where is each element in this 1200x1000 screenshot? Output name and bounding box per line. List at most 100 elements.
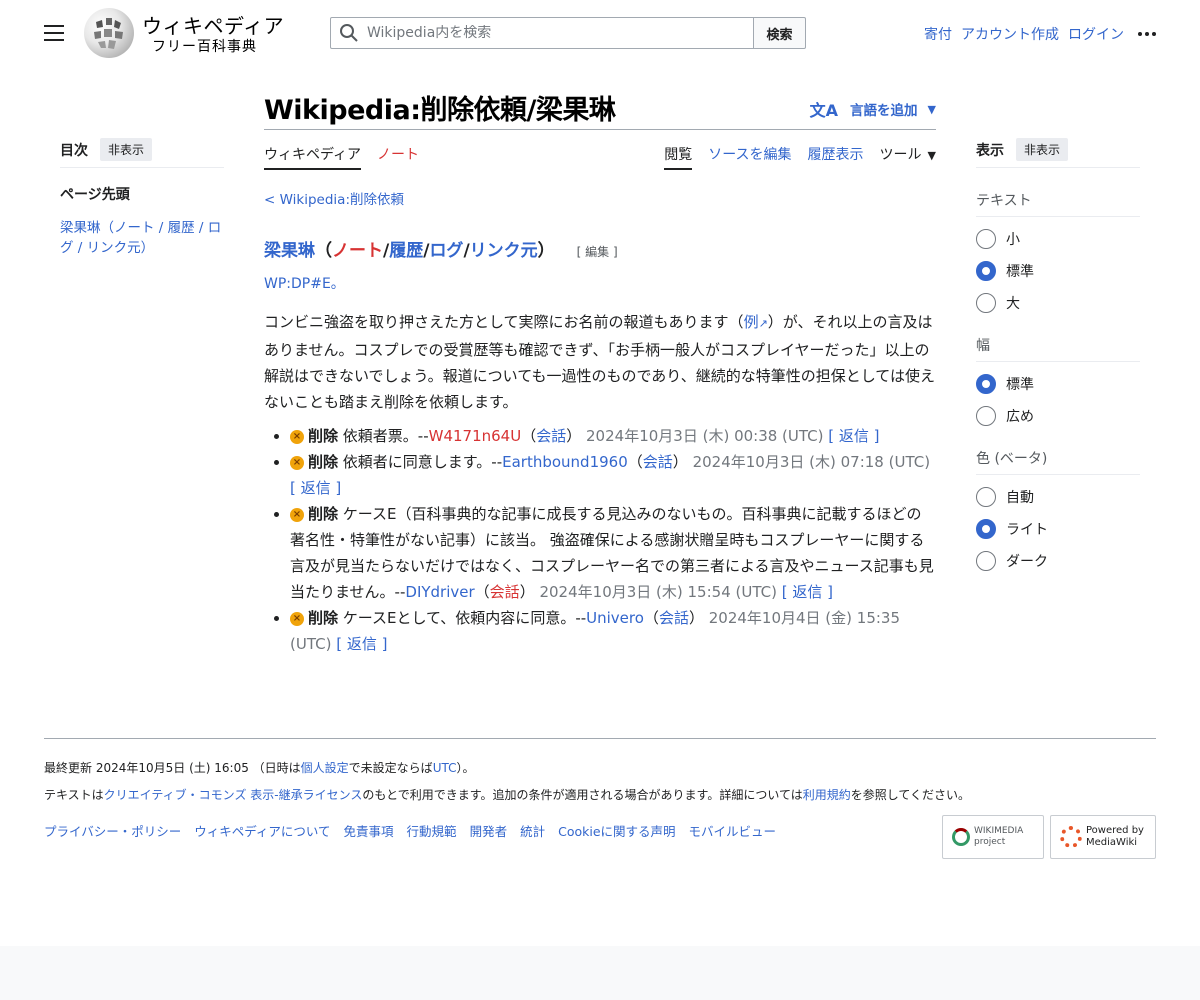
radio[interactable]: [976, 551, 996, 571]
breadcrumb[interactable]: < Wikipedia:削除依頼: [264, 192, 404, 208]
user-talk-link[interactable]: 会話: [490, 583, 520, 601]
section-history-link[interactable]: 履歴: [389, 236, 423, 261]
preferences-link[interactable]: 個人設定: [301, 761, 349, 775]
reply-link[interactable]: [ 返信 ]: [290, 479, 341, 497]
shortcut-link[interactable]: WP:DP#E。: [264, 276, 345, 292]
toc-item-top[interactable]: ページ先頭: [60, 184, 224, 204]
disclaimer-link[interactable]: 免責事項: [344, 821, 394, 840]
vote-label: 削除: [308, 505, 339, 523]
radio[interactable]: [976, 406, 996, 426]
user-links: 寄付 アカウント作成 ログイン: [915, 24, 1156, 44]
section-note-link[interactable]: ノート: [332, 236, 383, 261]
user-talk-link[interactable]: 会話: [659, 609, 689, 627]
appearance-hide-button[interactable]: 非表示: [1016, 138, 1069, 161]
text-size-label: テキスト: [976, 190, 1140, 217]
reply-link[interactable]: [ 返信 ]: [336, 635, 387, 653]
donate-link[interactable]: 寄付: [924, 24, 952, 44]
text-size-standard[interactable]: 標準: [976, 261, 1140, 281]
toc-hide-button[interactable]: 非表示: [100, 138, 153, 161]
width-wide[interactable]: 広め: [976, 406, 1140, 426]
privacy-link[interactable]: プライバシー・ポリシー: [44, 821, 181, 840]
utc-link[interactable]: UTC: [433, 761, 457, 775]
timestamp: 2024年10月3日 (木) 15:54 (UTC): [534, 583, 777, 601]
text-size-small[interactable]: 小: [976, 229, 1140, 249]
table-of-contents: 目次 非表示 ページ先頭 梁果琳（ノート / 履歴 / ログ / リンク元）: [60, 138, 224, 258]
search-form: 検索: [330, 17, 806, 49]
footer-badges: WIKIMEDIA project Powered by MediaWiki: [942, 815, 1156, 859]
create-account-link[interactable]: アカウント作成: [961, 24, 1059, 44]
width-standard[interactable]: 標準: [976, 374, 1140, 394]
user-link[interactable]: W4171n64U: [429, 427, 522, 445]
add-language-button[interactable]: 文A 言語を追加 ▼: [810, 97, 936, 121]
radio[interactable]: [976, 293, 996, 313]
section-links-link[interactable]: リンク元: [470, 236, 538, 261]
vote-list: ×削除 依頼者票。--W4171n64U（会話） 2024年10月3日 (木) …: [264, 423, 936, 657]
tab-tools[interactable]: ツール ▼: [880, 130, 936, 170]
tab-talk[interactable]: ノート: [377, 130, 419, 170]
login-link[interactable]: ログイン: [1068, 24, 1124, 44]
tab-read[interactable]: 閲覧: [664, 130, 693, 170]
tab-edit-source[interactable]: ソースを編集: [708, 130, 791, 170]
radio[interactable]: [976, 261, 996, 281]
option-label: ライト: [1006, 522, 1048, 538]
footer: 最終更新 2024年10月5日 (土) 16:05 （日時は個人設定で未設定なら…: [44, 738, 1156, 859]
color-label: 色 (ベータ): [976, 448, 1140, 475]
main-menu-icon[interactable]: [44, 25, 64, 41]
list-item: ×削除 ケースE（百科事典的な記事に成長する見込みのないもの。百科事典に記載する…: [290, 501, 936, 605]
radio[interactable]: [976, 229, 996, 249]
toc-title: 目次: [60, 142, 88, 159]
color-group: 色 (ベータ) 自動 ライト ダーク: [976, 448, 1140, 571]
reply-link[interactable]: [ 返信 ]: [828, 427, 879, 445]
external-link-icon: ↗: [758, 317, 768, 330]
reply-link[interactable]: [ 返信 ]: [782, 583, 833, 601]
footer-text: で未設定ならば: [348, 761, 433, 775]
about-link[interactable]: ウィキペディアについて: [194, 821, 330, 840]
user-link[interactable]: Univero: [586, 609, 644, 627]
toc-item-section[interactable]: 梁果琳（ノート / 履歴 / ログ / リンク元）: [60, 220, 221, 256]
radio[interactable]: [976, 519, 996, 539]
terms-link[interactable]: 利用規約: [803, 788, 851, 802]
section-title-link[interactable]: 梁果琳: [264, 236, 315, 261]
stats-link[interactable]: 統計: [520, 821, 545, 840]
user-link[interactable]: DIYdriver: [405, 583, 474, 601]
text-size-large[interactable]: 大: [976, 293, 1140, 313]
section-heading: 梁果琳 （ ノート / 履歴 / ログ / リンク元 ） [ 編集 ]: [264, 236, 936, 261]
width-group: 幅 標準 広め: [976, 335, 1140, 426]
tab-project-page[interactable]: ウィキペディア: [264, 130, 362, 170]
tab-history[interactable]: 履歴表示: [808, 130, 864, 170]
search-box: [330, 17, 754, 49]
width-label: 幅: [976, 335, 1140, 362]
license-info: テキストはクリエイティブ・コモンズ 表示-継承ライセンスのもとで利用できます。追…: [44, 786, 1156, 803]
vote-label: 削除: [308, 453, 339, 471]
user-talk-link[interactable]: 会話: [536, 427, 566, 445]
last-modified: 最終更新 2024年10月5日 (土) 16:05 （日時は個人設定で未設定なら…: [44, 759, 1156, 776]
example-external-link[interactable]: 例↗: [744, 313, 768, 331]
search-icon: [340, 24, 358, 42]
appearance-panel: 表示 非表示 テキスト 小 標準 大 幅 標準 広め 色 (ベータ) 自動 ライ…: [976, 138, 1140, 571]
search-input[interactable]: [367, 25, 727, 41]
title-row: Wikipedia:削除依頼/梁果琳 文A 言語を追加 ▼: [264, 92, 936, 130]
more-options-icon[interactable]: [1138, 32, 1156, 36]
section-log-link[interactable]: ログ: [429, 236, 463, 261]
color-light[interactable]: ライト: [976, 519, 1140, 539]
delete-vote-icon: ×: [290, 429, 304, 444]
option-label: 大: [1006, 296, 1020, 312]
section-edit-link[interactable]: [ 編集 ]: [577, 243, 618, 260]
developers-link[interactable]: 開発者: [470, 821, 508, 840]
option-label: 標準: [1006, 377, 1034, 393]
mediawiki-badge[interactable]: Powered by MediaWiki: [1050, 815, 1156, 859]
radio[interactable]: [976, 487, 996, 507]
wikimedia-badge[interactable]: WIKIMEDIA project: [942, 815, 1044, 859]
cookie-link[interactable]: Cookieに関する声明: [558, 821, 675, 840]
mobile-view-link[interactable]: モバイルビュー: [689, 821, 777, 840]
search-button[interactable]: 検索: [754, 17, 806, 49]
color-auto[interactable]: 自動: [976, 487, 1140, 507]
user-link[interactable]: Earthbound1960: [502, 453, 628, 471]
list-item: ×削除 依頼者に同意します。--Earthbound1960（会話） 2024年…: [290, 449, 936, 501]
user-talk-link[interactable]: 会話: [643, 453, 673, 471]
radio[interactable]: [976, 374, 996, 394]
license-link[interactable]: クリエイティブ・コモンズ 表示-継承ライセンス: [104, 788, 363, 802]
color-dark[interactable]: ダーク: [976, 551, 1140, 571]
code-of-conduct-link[interactable]: 行動規範: [407, 821, 457, 840]
wikipedia-globe-logo[interactable]: [84, 8, 134, 58]
